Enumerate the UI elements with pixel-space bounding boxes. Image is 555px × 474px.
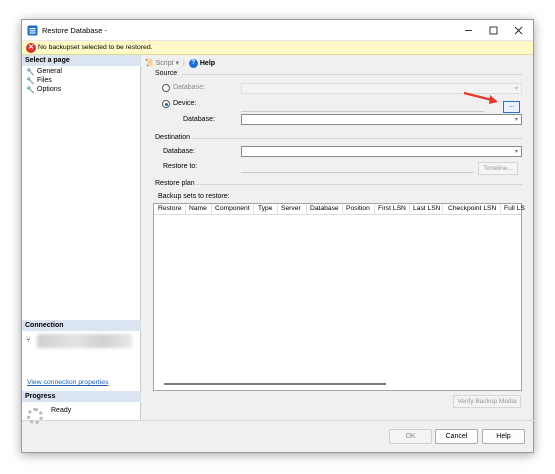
column-header[interactable]: Last LSN: [413, 205, 441, 212]
toolbar-divider: |: [183, 59, 185, 67]
progress-status: Ready: [51, 407, 72, 414]
left-panel: Select a page 🔧 General 🔧 Files 🔧 Option…: [22, 55, 141, 424]
connection-header: Connection: [22, 320, 141, 331]
column-header[interactable]: Restore: [158, 205, 181, 212]
column-separator: [211, 204, 212, 215]
source-database-label: Database:: [183, 116, 215, 123]
database-radio[interactable]: [162, 84, 170, 92]
toolbar: 📜 Script ▾ | ? Help: [145, 57, 215, 69]
progress-spinner-icon: [27, 408, 43, 424]
wrench-icon: 🔧: [26, 86, 35, 94]
timeline-button[interactable]: Timeline...: [478, 162, 518, 175]
page-label-general: General: [37, 68, 62, 75]
column-separator: [409, 204, 410, 215]
backup-sets-grid[interactable]: Restore Name Component Type Server Datab…: [153, 203, 525, 391]
help-toolbar-button[interactable]: ? Help: [188, 58, 216, 68]
minimize-button[interactable]: [457, 22, 479, 39]
warning-message: No backupset selected to be restored.: [38, 44, 153, 51]
restore-database-dialog: Restore Database - ✕ No backupset select…: [21, 19, 535, 453]
destination-divider: [192, 138, 522, 139]
restore-plan-group-label: Restore plan: [155, 180, 195, 187]
chevron-down-icon: ▾: [175, 60, 180, 67]
page-label-files: Files: [37, 77, 52, 84]
source-divider: [182, 74, 522, 75]
column-separator: [442, 204, 443, 215]
destination-group-label: Destination: [155, 134, 191, 141]
column-separator: [342, 204, 343, 215]
script-icon: 📜: [145, 60, 154, 67]
verify-backup-media-button[interactable]: Verify Backup Media: [453, 395, 521, 408]
wrench-icon: 🔧: [26, 68, 35, 76]
column-header[interactable]: Type: [258, 205, 273, 212]
help-button[interactable]: Help: [482, 429, 525, 444]
restore-to-field: [241, 172, 473, 173]
grid-header: Restore Name Component Type Server Datab…: [154, 204, 525, 215]
column-separator: [374, 204, 375, 215]
column-header[interactable]: Checkpoint LSN: [448, 205, 496, 212]
page-label-options: Options: [37, 86, 62, 93]
column-header[interactable]: Position: [346, 205, 370, 212]
horizontal-scrollbar[interactable]: [164, 383, 386, 385]
title-bar: Restore Database -: [22, 20, 533, 41]
backup-sets-label: Backup sets to restore:: [158, 193, 230, 200]
error-icon: ✕: [26, 43, 36, 53]
destination-database-combo[interactable]: ▾: [241, 146, 522, 157]
column-separator: [306, 204, 307, 215]
server-connection-icon: ⑂: [26, 335, 31, 344]
warning-bar: ✕ No backupset selected to be restored.: [22, 41, 533, 55]
ok-button[interactable]: OK: [389, 429, 432, 444]
device-path-field[interactable]: [241, 111, 484, 112]
help-icon: ?: [188, 58, 198, 68]
maximize-button[interactable]: [482, 22, 504, 39]
column-separator: [185, 204, 186, 215]
device-radio[interactable]: [162, 100, 170, 108]
close-button[interactable]: [507, 22, 529, 39]
column-header[interactable]: Server: [281, 205, 301, 212]
select-page-header: Select a page: [22, 55, 141, 66]
column-separator: [500, 204, 501, 215]
script-label: Script: [155, 60, 174, 67]
window-title: Restore Database -: [42, 26, 108, 35]
view-connection-properties-link[interactable]: View connection properties: [27, 379, 109, 386]
connection-info-redacted: [37, 334, 132, 348]
page-item-files[interactable]: 🔧 Files: [26, 76, 52, 85]
database-radio-label: Database:: [173, 84, 205, 91]
column-header[interactable]: Full LS: [504, 205, 525, 212]
chevron-down-icon: ▾: [514, 86, 518, 92]
column-separator: [253, 204, 254, 215]
page-item-options[interactable]: 🔧 Options: [26, 85, 61, 94]
chevron-down-icon: ▾: [514, 149, 518, 155]
chevron-down-icon: ▾: [514, 117, 518, 123]
wrench-icon: 🔧: [26, 77, 35, 85]
column-separator: [277, 204, 278, 215]
device-database-combo[interactable]: ▾: [241, 114, 522, 125]
database-app-icon: [27, 25, 38, 36]
footer-divider: [22, 420, 535, 421]
maximize-icon: [489, 26, 497, 35]
red-arrow-annotation-icon: [463, 91, 498, 104]
cancel-button[interactable]: Cancel: [435, 429, 478, 444]
restore-to-label: Restore to:: [163, 163, 198, 170]
device-radio-label: Device:: [173, 100, 197, 107]
help-toolbar-label: Help: [199, 59, 216, 67]
script-button[interactable]: 📜 Script ▾: [145, 59, 179, 67]
column-header[interactable]: Name: [189, 205, 207, 212]
progress-header: Progress: [22, 391, 141, 402]
column-header[interactable]: Database: [310, 205, 339, 212]
minimize-icon: [464, 30, 472, 31]
page-item-general[interactable]: 🔧 General: [26, 67, 62, 76]
destination-database-label: Database:: [163, 148, 195, 155]
column-header[interactable]: First LSN: [378, 205, 406, 212]
column-header[interactable]: Component: [215, 205, 250, 212]
source-group-label: Source: [155, 70, 178, 77]
restore-plan-divider: [194, 184, 522, 185]
close-icon: [514, 26, 522, 35]
